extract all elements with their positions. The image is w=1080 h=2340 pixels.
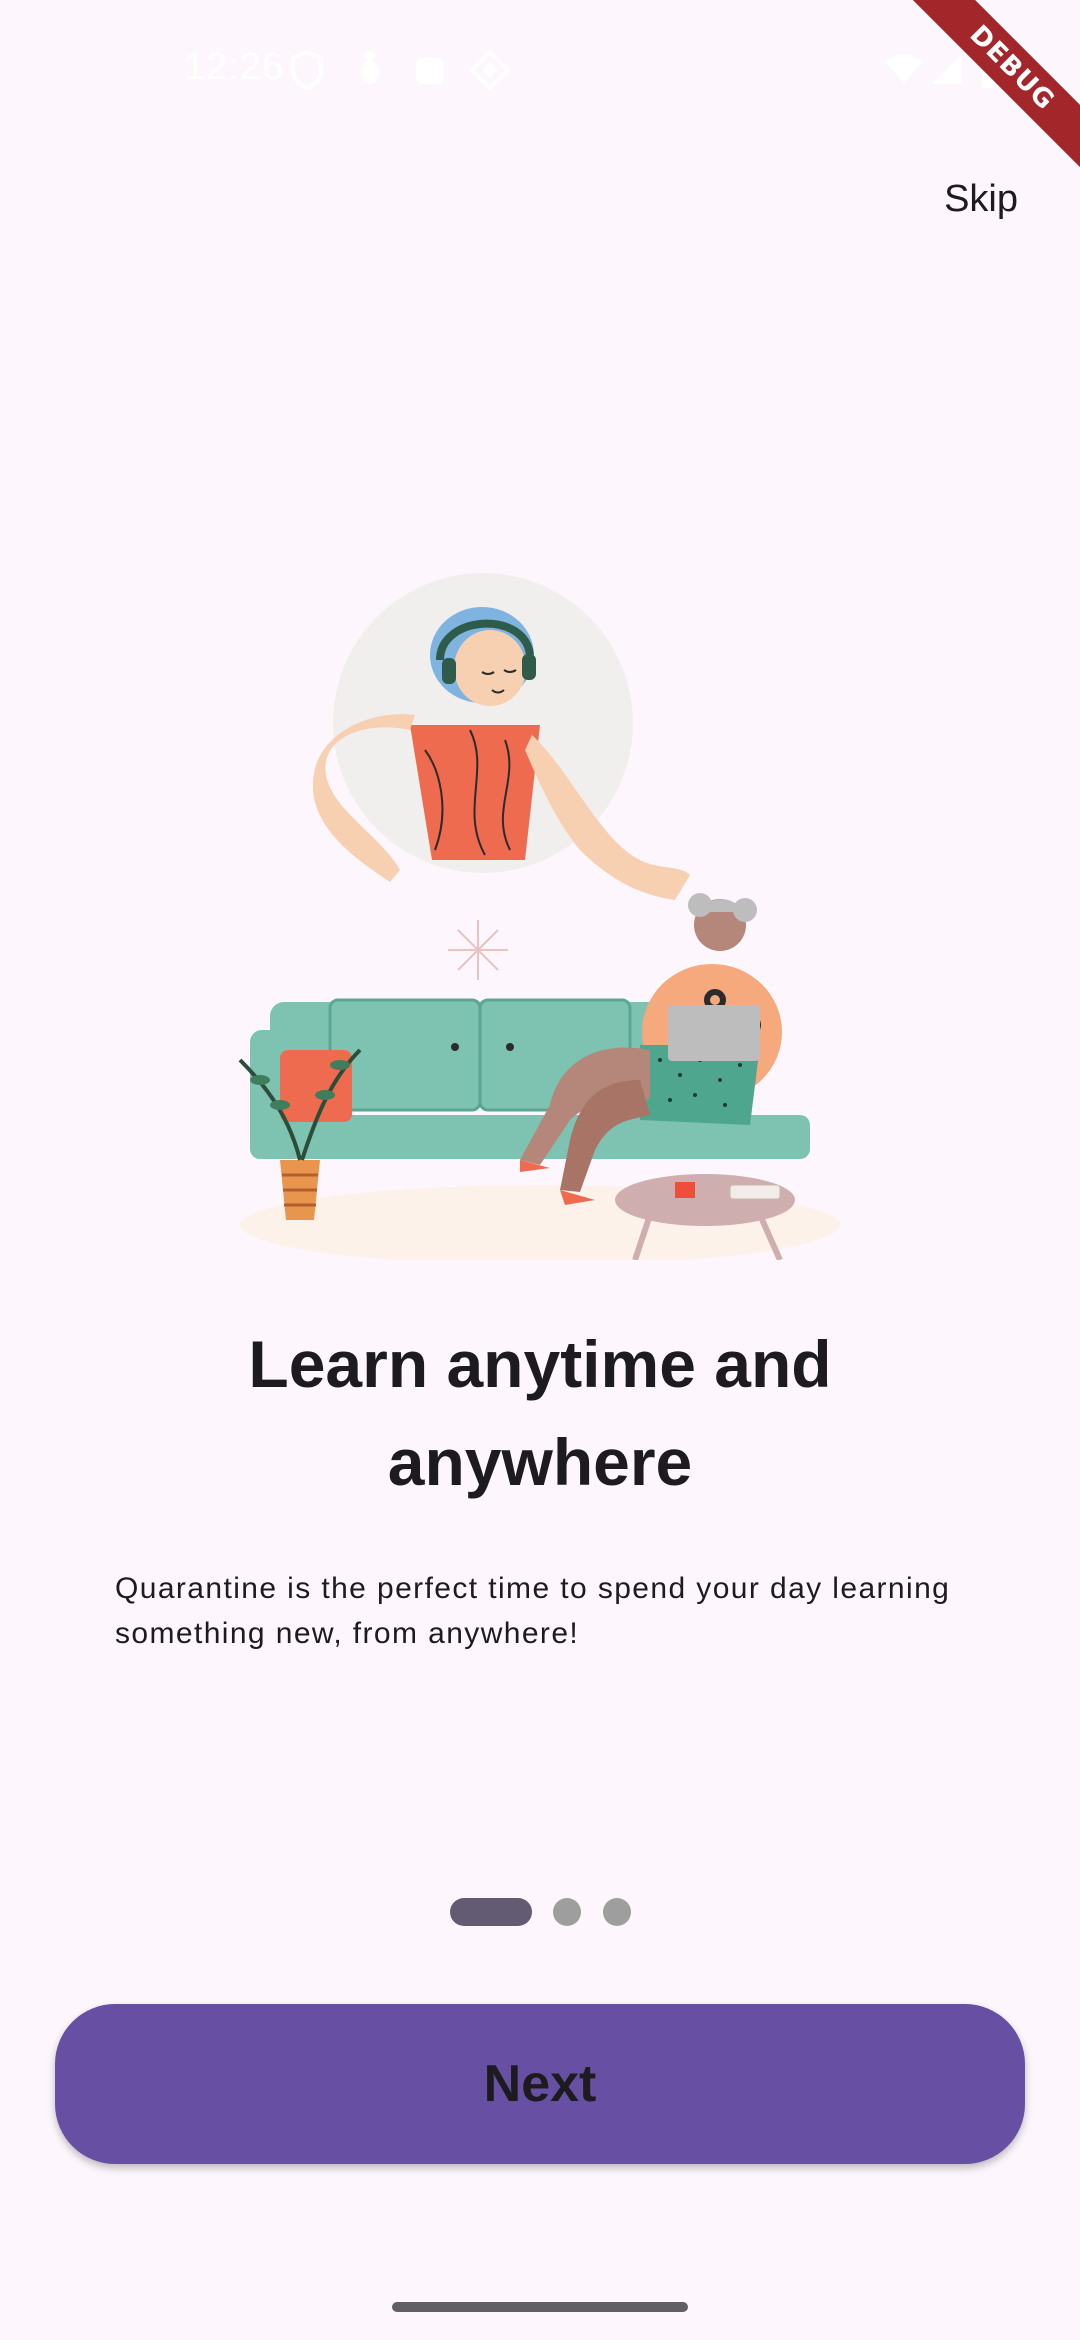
home-indicator[interactable] xyxy=(392,2302,688,2312)
bug-icon xyxy=(356,50,384,91)
shield-icon xyxy=(290,49,324,95)
skip-button[interactable]: Skip xyxy=(938,174,1024,225)
page-dot-3[interactable] xyxy=(603,1898,631,1926)
next-button[interactable]: Next xyxy=(55,2004,1025,2164)
diamond-icon xyxy=(469,49,511,95)
debug-label: DEBUG xyxy=(904,0,1080,176)
status-time: 12:26 xyxy=(184,46,285,88)
page-indicator xyxy=(0,1898,1080,1928)
page-dot-1[interactable] xyxy=(450,1898,532,1926)
onboarding-title: Learn anytime and anywhere xyxy=(248,1327,832,1499)
person-learning-illustration xyxy=(220,560,860,1265)
page-dot-2[interactable] xyxy=(553,1898,581,1926)
android-icon xyxy=(412,50,448,91)
debug-banner: DEBUG xyxy=(900,0,1080,180)
onboarding-description: Quarantine is the perfect time to spend … xyxy=(115,1572,951,1650)
